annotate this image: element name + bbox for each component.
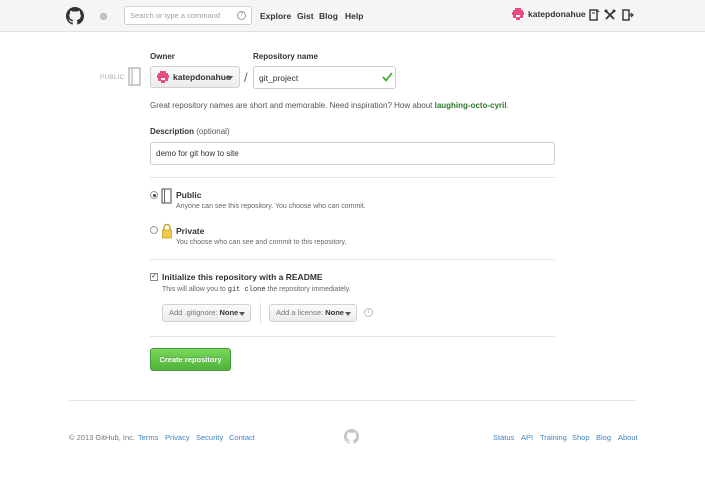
gitignore-value: None bbox=[219, 308, 239, 317]
description-optional-text: (optional) bbox=[196, 127, 230, 136]
select-separator bbox=[260, 303, 261, 323]
hint-suggestion-link[interactable]: laughing-octo-cyril bbox=[435, 101, 507, 110]
footer-link-about[interactable]: About bbox=[618, 433, 638, 442]
init-readme-checkbox[interactable]: ✓ bbox=[150, 273, 158, 281]
repo-name-hint: Great repository names are short and mem… bbox=[150, 101, 509, 110]
footer-link-security[interactable]: Security bbox=[196, 433, 223, 442]
init-readme-description: This will allow you to git clone the rep… bbox=[162, 286, 351, 294]
init-desc-post: the repository immediately. bbox=[265, 286, 351, 293]
owner-select[interactable]: katepdonahue bbox=[150, 66, 240, 88]
footer-link-terms[interactable]: Terms bbox=[138, 433, 158, 442]
github-footer-logo-icon[interactable] bbox=[344, 429, 359, 444]
divider bbox=[150, 336, 555, 337]
footer-divider bbox=[69, 400, 636, 401]
nav-gist[interactable]: Gist bbox=[297, 11, 314, 21]
chevron-down-icon bbox=[239, 312, 245, 316]
avatar-icon bbox=[512, 8, 524, 20]
settings-tools-icon[interactable] bbox=[604, 9, 616, 21]
license-label: Add a license: bbox=[276, 308, 324, 317]
private-title[interactable]: Private bbox=[176, 226, 204, 236]
top-header: ? Explore Gist Blog Help katepdonahue bbox=[0, 0, 705, 32]
public-radio[interactable] bbox=[150, 191, 158, 199]
create-repo-icon[interactable] bbox=[588, 9, 600, 21]
footer-copyright: © 2013 GitHub, Inc. bbox=[69, 433, 135, 442]
license-select[interactable]: Add a license: None bbox=[269, 304, 357, 322]
chevron-down-icon bbox=[227, 76, 233, 80]
init-desc-pre: This will allow you to bbox=[162, 286, 228, 293]
repo-name-input[interactable] bbox=[253, 66, 396, 89]
github-octocat-logo-icon[interactable] bbox=[66, 7, 84, 25]
repo-name-label: Repository name bbox=[253, 52, 318, 61]
chevron-down-icon bbox=[345, 312, 351, 316]
repo-context-dot-icon[interactable] bbox=[100, 13, 107, 20]
public-description: Anyone can see this repository. You choo… bbox=[176, 203, 366, 210]
public-title[interactable]: Public bbox=[176, 190, 202, 200]
description-label-text: Description bbox=[150, 127, 195, 136]
owner-label: Owner bbox=[150, 52, 175, 61]
nav-explore[interactable]: Explore bbox=[260, 11, 291, 21]
hint-text: Great repository names are short and mem… bbox=[150, 101, 435, 110]
public-repo-book-icon bbox=[128, 67, 141, 86]
user-menu[interactable]: katepdonahue bbox=[512, 8, 586, 20]
visibility-badge: PUBLIC bbox=[100, 74, 125, 81]
hint-period: . bbox=[506, 101, 509, 110]
owner-avatar-icon bbox=[157, 71, 169, 83]
license-value: None bbox=[325, 308, 344, 317]
search-input[interactable] bbox=[124, 6, 252, 25]
license-info-icon[interactable]: i bbox=[364, 308, 373, 317]
gitignore-label: Add .gitignore: bbox=[169, 308, 218, 317]
init-desc-code: git clone bbox=[227, 286, 266, 294]
footer-link-privacy[interactable]: Privacy bbox=[165, 433, 190, 442]
description-label: Description (optional) bbox=[150, 127, 230, 136]
footer-link-training[interactable]: Training bbox=[540, 433, 567, 442]
divider bbox=[150, 259, 555, 260]
lock-icon bbox=[162, 223, 172, 239]
divider bbox=[150, 177, 555, 178]
description-input[interactable] bbox=[150, 142, 555, 165]
footer-link-contact[interactable]: Contact bbox=[229, 433, 255, 442]
owner-name: katepdonahue bbox=[173, 72, 231, 82]
nav-help[interactable]: Help bbox=[345, 11, 363, 21]
init-readme-title[interactable]: Initialize this repository with a README bbox=[162, 272, 323, 282]
header-username[interactable]: katepdonahue bbox=[528, 9, 586, 19]
search-help-icon[interactable]: ? bbox=[237, 11, 246, 20]
owner-repo-separator: / bbox=[244, 70, 248, 85]
valid-check-icon bbox=[382, 72, 393, 82]
create-repository-button[interactable]: Create repository bbox=[150, 348, 231, 371]
footer-link-status[interactable]: Status bbox=[493, 433, 514, 442]
footer-link-shop[interactable]: Shop bbox=[572, 433, 590, 442]
nav-blog[interactable]: Blog bbox=[319, 11, 338, 21]
footer-link-api[interactable]: API bbox=[521, 433, 533, 442]
private-radio[interactable] bbox=[150, 226, 158, 234]
gitignore-select[interactable]: Add .gitignore: None bbox=[162, 304, 251, 322]
sign-out-icon[interactable] bbox=[622, 9, 634, 21]
footer-link-blog[interactable]: Blog bbox=[596, 433, 611, 442]
private-description: You choose who can see and commit to thi… bbox=[176, 239, 347, 246]
public-book-icon bbox=[161, 188, 172, 204]
